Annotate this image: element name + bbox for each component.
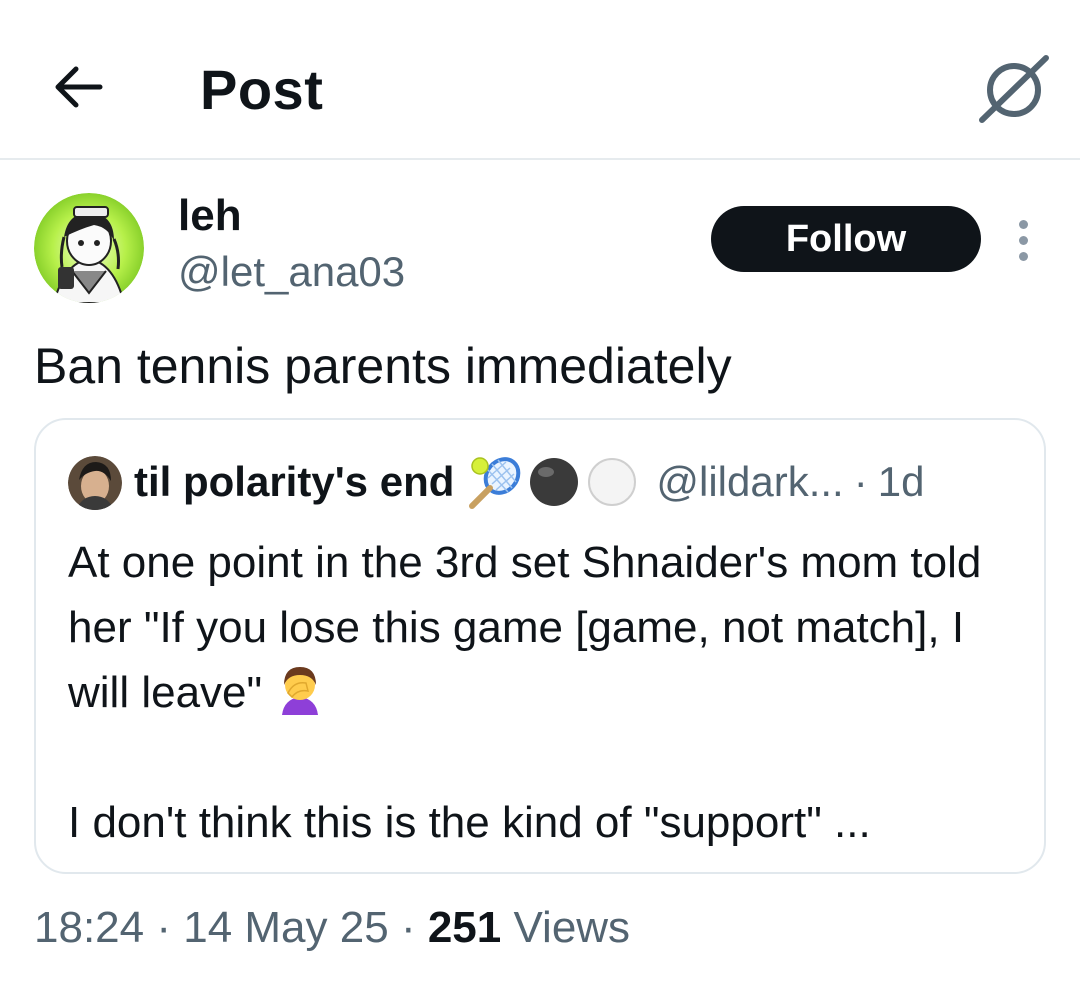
author-handle[interactable]: @let_ana03 [178,246,405,298]
views-label[interactable]: Views [513,903,630,952]
views-count[interactable]: 251 [428,903,501,952]
arrow-left-icon [55,66,103,108]
quoted-handle: @lildark... [656,458,844,505]
follow-button[interactable]: Follow [711,206,981,272]
quoted-timestamp: 1d [877,458,925,505]
avatar-image [34,193,144,303]
quoted-display-name: til polarity's end [134,458,455,505]
top-bar: Post [0,0,1080,160]
white-circle-icon [588,458,637,506]
separator-dot: · [853,458,868,505]
post-meta: 18:24 · 14 May 25 · 251 Views [34,902,630,954]
quoted-author-avatar [68,456,122,510]
author-display-name[interactable]: leh [178,190,242,242]
separator-dot: · [400,903,416,952]
more-vertical-icon [1019,220,1028,229]
woman-facepalming-icon [282,667,319,715]
page-title: Post [200,58,324,121]
name-emojis [466,454,640,510]
post-date: 14 May 25 [183,903,389,952]
grok-icon [979,55,1049,123]
quoted-avatar-image [68,456,122,510]
separator-dot: · [156,903,171,952]
quoted-body: At one point in the 3rd set Shnaider's m… [68,530,1028,855]
quoted-text-paragraph-2: I don't think this is the kind of "suppo… [68,798,871,847]
black-circle-icon [530,458,579,506]
post-text: Ban tennis parents immediately [34,338,732,394]
quoted-post[interactable]: til polarity's end @lildark... · 1d At o… [34,418,1046,874]
post-time: 18:24 [34,903,145,952]
quoted-text-paragraph-1: At one point in the 3rd set Shnaider's m… [68,538,982,717]
grok-button[interactable] [978,52,1050,124]
tennis-racket-icon [469,457,521,509]
quoted-header: til polarity's end @lildark... · 1d [134,454,924,510]
more-options-button[interactable] [1008,216,1040,266]
back-button[interactable] [50,62,106,112]
author-avatar[interactable] [34,193,144,303]
